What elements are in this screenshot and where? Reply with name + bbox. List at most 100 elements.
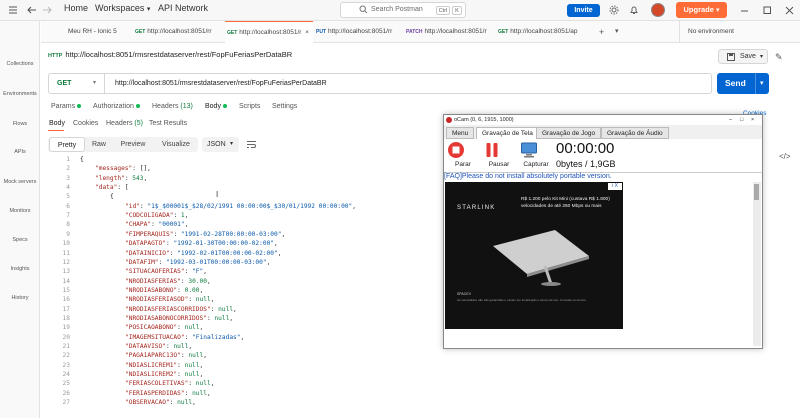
json-punctuation: , [210, 380, 215, 388]
chevron-down-icon: ▾ [760, 54, 764, 60]
json-key: "NRODIASFERIASOD" [125, 296, 189, 304]
code-line: "messages": [], [95, 165, 151, 172]
close-icon[interactable] [785, 6, 794, 15]
ocam-capture-button[interactable]: Capturar [520, 141, 552, 168]
send-button[interactable]: Send ▾ [717, 73, 769, 94]
edit-pencil-icon[interactable]: ✎ [775, 52, 783, 63]
response-tab-body[interactable]: Body [49, 120, 65, 127]
view-mode-selector: Pretty Raw Preview Visualize [48, 137, 198, 152]
tab-get-2-active[interactable]: GET http://localhost:8051/r × [225, 21, 313, 43]
code-snippet-icon[interactable]: </> [779, 152, 791, 161]
search-bar[interactable]: Search Postman Ctrl K [340, 2, 466, 18]
nav-workspaces[interactable]: Workspaces ▾ [95, 3, 150, 13]
json-punctuation: , [203, 268, 207, 276]
ocam-tab-menu[interactable]: Menu [446, 127, 475, 139]
nav-api-network[interactable]: API Network [158, 3, 208, 13]
tab-body[interactable]: Body [205, 103, 227, 110]
json-key: "NRODIASFERIASCORRIDOS" [125, 305, 211, 313]
save-button[interactable]: Save ▾ [718, 49, 768, 64]
ocam-stop-button[interactable]: Parar [447, 141, 479, 168]
ocam-tab-screen-recording[interactable]: Gravação de Tela [476, 127, 539, 139]
tab-overflow-chevron-icon[interactable]: ▾ [615, 27, 619, 35]
response-body-code[interactable]: 1 {2 "messages": [], 3 "length": 543, 4 "data"… [48, 156, 443, 418]
maximize-icon[interactable] [763, 6, 772, 15]
code-line: "POSICAOABONO": null, [125, 324, 203, 331]
json-value: null [177, 399, 193, 407]
ocam-minimize-icon[interactable]: – [729, 115, 732, 125]
view-preview[interactable]: Preview [114, 137, 152, 152]
tab-get-3[interactable]: GET http://localhost:8051/ap [498, 21, 590, 43]
avatar[interactable] [651, 3, 665, 17]
ocam-tab-game-recording[interactable]: Gravação de Jogo [536, 127, 602, 139]
upgrade-label: Upgrade [683, 5, 714, 14]
sidebar-item-flows[interactable]: Flows [0, 121, 40, 127]
view-visualize[interactable]: Visualize [156, 137, 196, 152]
wrap-lines-icon[interactable] [246, 139, 257, 150]
tab-method: GET [135, 29, 146, 35]
sidebar-item-insights[interactable]: Insights [0, 266, 40, 272]
sidebar-item-collections[interactable]: Collections [0, 61, 40, 67]
notifications-bell-icon[interactable] [629, 5, 639, 15]
json-value: null [188, 352, 204, 360]
ocam-maximize-icon[interactable]: □ [740, 115, 743, 125]
json-punctuation: , [240, 333, 245, 341]
tab-params[interactable]: Params [51, 103, 82, 110]
method-select[interactable]: GET ▾ [49, 74, 105, 93]
ocam-tab-audio-recording[interactable]: Gravação de Áudio [601, 127, 669, 139]
nav-home[interactable]: Home [64, 3, 88, 13]
forward-arrow-icon[interactable] [42, 5, 52, 15]
ad-close-button[interactable]: i X [608, 183, 622, 190]
tab-label: Meu RH - Ionic 5 [68, 28, 117, 35]
ocam-title-bar[interactable]: oCam (0, 6, 1915, 1000) – □ × [444, 115, 762, 125]
response-tab-headers[interactable]: Headers (5) [106, 120, 143, 127]
line-number: 7 [66, 212, 70, 220]
json-value: null [214, 314, 230, 322]
tab-get-1[interactable]: GET http://localhost:8051/rr [135, 21, 225, 43]
environment-selector[interactable]: No environment [679, 21, 800, 43]
new-tab-icon[interactable]: + [599, 27, 604, 37]
left-sidebar: Collections Environments Flows APIs Mock… [0, 21, 40, 418]
upgrade-button[interactable]: Upgrade ▾ [676, 2, 727, 18]
format-select[interactable]: JSON ▾ [202, 137, 239, 152]
ocam-advertisement[interactable]: STARLINK R$ 1.200 pelo Kit Mini (custava… [445, 182, 623, 329]
sidebar-item-apis[interactable]: APIs [0, 149, 40, 155]
tab-scripts[interactable]: Scripts [239, 103, 260, 110]
close-tab-icon[interactable]: × [305, 29, 309, 36]
json-colon: : [177, 324, 185, 332]
json-punctuation: , [210, 296, 215, 304]
tab-authorization[interactable]: Authorization [93, 103, 140, 110]
ocam-close-icon[interactable]: × [751, 115, 754, 125]
line-number: 9 [66, 230, 70, 238]
sidebar-item-mock-servers[interactable]: Mock servers [0, 179, 40, 185]
sidebar-item-specs[interactable]: Specs [0, 237, 40, 243]
sidebar-item-environments[interactable]: Environments [0, 91, 40, 97]
json-value: null [195, 380, 211, 388]
response-tab-cookies[interactable]: Cookies [73, 120, 98, 127]
code-line: "DATAAVISO": null, [125, 343, 192, 350]
ocam-pause-button[interactable]: Pausar [483, 141, 515, 168]
sidebar-item-monitors[interactable]: Monitors [0, 208, 40, 214]
line-number: 25 [62, 380, 70, 388]
json-colon: : [158, 258, 166, 266]
menu-icon[interactable] [8, 5, 18, 15]
sidebar-item-history[interactable]: History [0, 295, 40, 301]
view-raw[interactable]: Raw [87, 137, 111, 152]
tab-put[interactable]: PUT http://localhost:8051/rr [316, 21, 406, 43]
ocam-scrollbar-thumb[interactable] [754, 184, 759, 200]
headers-count: (13) [180, 103, 193, 110]
url-input[interactable]: http://localhost:8051/rmsrestdataserver/… [115, 74, 327, 93]
json-value: null [218, 305, 234, 313]
view-pretty[interactable]: Pretty [49, 137, 85, 152]
back-arrow-icon[interactable] [27, 5, 37, 15]
tab-settings[interactable]: Settings [272, 103, 297, 110]
ocam-scrollbar[interactable] [753, 182, 761, 346]
line-number: 8 [66, 221, 70, 229]
ocam-faq-link[interactable]: [FAQ]Please do not install absolutely po… [444, 173, 612, 180]
minimize-icon[interactable] [740, 6, 749, 15]
tab-headers[interactable]: Headers (13) [152, 103, 193, 110]
settings-gear-icon[interactable] [609, 5, 619, 15]
tab-patch[interactable]: PATCH http://localhost:8051/r [406, 21, 500, 43]
invite-button[interactable]: Invite [567, 4, 600, 17]
response-tab-test-results[interactable]: Test Results [149, 120, 187, 127]
chevron-down-icon: ▾ [146, 6, 151, 13]
